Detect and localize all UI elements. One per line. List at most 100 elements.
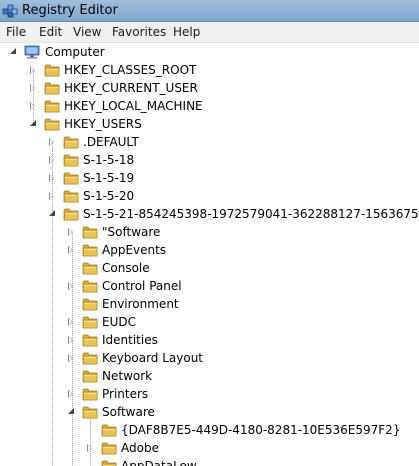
tree-node-user-key[interactable]: Environment (0, 295, 419, 313)
collapse-arrow-icon[interactable] (30, 120, 36, 126)
menu-file[interactable]: File (6, 25, 26, 39)
tree-node-label: S-1-5-20 (83, 189, 135, 203)
tree-node-label: S-1-5-18 (83, 153, 135, 167)
tree-node-label: Software (102, 405, 155, 419)
folder-icon (63, 170, 79, 186)
tree-node-hive[interactable]: HKEY_CURRENT_USER (0, 79, 419, 97)
folder-icon (63, 152, 79, 168)
expand-arrow-icon[interactable] (68, 318, 73, 326)
expand-arrow-icon[interactable] (68, 336, 73, 344)
tree-node-label: AppEvents (102, 243, 167, 257)
folder-icon (63, 188, 79, 204)
tree-node-software-key[interactable]: {DAF8B7E5-449D-4180-8281-10E536E597F2} (0, 421, 419, 439)
folder-icon (44, 62, 60, 78)
tree-node-user-key[interactable]: "Software (0, 223, 419, 241)
folder-icon (44, 98, 60, 114)
folder-icon (82, 332, 98, 348)
tree-node-user-key[interactable]: Software (0, 403, 419, 421)
tree-node-label: HKEY_CURRENT_USER (64, 81, 198, 95)
expand-arrow-icon[interactable] (49, 174, 54, 182)
tree-node-user-key[interactable]: Printers (0, 385, 419, 403)
tree-node-hive[interactable]: HKEY_LOCAL_MACHINE (0, 97, 419, 115)
tree-node-label: Adobe (121, 441, 159, 455)
tree-node-label: .DEFAULT (83, 135, 139, 149)
expand-arrow-icon[interactable] (49, 192, 54, 200)
menu-view[interactable]: View (73, 25, 101, 39)
tree-node-user-key[interactable]: Keyboard Layout (0, 349, 419, 367)
tree-node-user-key[interactable]: AppEvents (0, 241, 419, 259)
tree-node-user[interactable]: S-1-5-20 (0, 187, 419, 205)
folder-icon (44, 116, 60, 132)
expand-arrow-icon[interactable] (30, 84, 35, 92)
tree-node-label: S-1-5-19 (83, 171, 135, 185)
title-bar: Registry Editor (0, 0, 419, 22)
tree-node-label: Identities (102, 333, 158, 347)
tree-node-hive[interactable]: HKEY_CLASSES_ROOT (0, 61, 419, 79)
tree-node-user-key[interactable]: Network (0, 367, 419, 385)
expand-arrow-icon[interactable] (68, 228, 73, 236)
tree-node-label: {DAF8B7E5-449D-4180-8281-10E536E597F2} (121, 423, 401, 437)
folder-icon (82, 224, 98, 240)
expand-arrow-icon[interactable] (87, 444, 92, 452)
tree-node-user[interactable]: S-1-5-19 (0, 169, 419, 187)
expand-arrow-icon[interactable] (30, 66, 35, 74)
expand-arrow-icon[interactable] (68, 282, 73, 290)
menu-edit[interactable]: Edit (39, 25, 62, 39)
tree-node-label: AppDataLow (121, 459, 197, 466)
tree-node-label: S-1-5-21-854245398-1972579041-362288127-… (83, 207, 419, 221)
folder-icon (82, 350, 98, 366)
tree-node-label: Keyboard Layout (102, 351, 204, 365)
folder-icon (63, 206, 79, 222)
tree-node-label: Computer (45, 45, 105, 59)
tree-node-software-key[interactable]: AppDataLow (0, 457, 419, 466)
window-title: Registry Editor (22, 3, 118, 18)
tree-node-label: "Software (102, 225, 161, 239)
folder-icon (82, 278, 98, 294)
folder-icon (101, 458, 117, 466)
tree-node-user-key[interactable]: Control Panel (0, 277, 419, 295)
tree-node-label: HKEY_USERS (64, 117, 142, 131)
collapse-arrow-icon[interactable] (68, 408, 74, 414)
tree-node-user-key[interactable]: Identities (0, 331, 419, 349)
collapse-arrow-icon[interactable] (10, 48, 16, 54)
tree-node-label: HKEY_CLASSES_ROOT (64, 63, 197, 77)
folder-icon (82, 368, 98, 384)
folder-icon (82, 260, 98, 276)
tree-node-label: HKEY_LOCAL_MACHINE (64, 99, 203, 113)
menu-favorites[interactable]: Favorites (112, 25, 166, 39)
tree-node-user[interactable]: .DEFAULT (0, 133, 419, 151)
folder-icon (63, 134, 79, 150)
folder-icon (101, 440, 117, 456)
tree-node-label: Control Panel (102, 279, 182, 293)
expand-arrow-icon[interactable] (68, 390, 73, 398)
tree-node-label: Console (102, 261, 150, 275)
tree-node-user[interactable]: S-1-5-18 (0, 151, 419, 169)
tree-node-user[interactable]: S-1-5-21-854245398-1972579041-362288127-… (0, 205, 419, 223)
tree-node-computer[interactable]: Computer (0, 43, 419, 61)
registry-editor-icon (2, 4, 18, 18)
tree-node-user-key[interactable]: Console (0, 259, 419, 277)
expand-arrow-icon[interactable] (68, 246, 73, 254)
folder-icon (82, 386, 98, 402)
tree-node-label: Printers (102, 387, 149, 401)
expand-arrow-icon[interactable] (68, 354, 73, 362)
expand-arrow-icon[interactable] (49, 138, 54, 146)
folder-icon (101, 422, 117, 438)
folder-icon (82, 242, 98, 258)
folder-icon (82, 296, 98, 312)
tree-node-hive[interactable]: HKEY_USERS (0, 115, 419, 133)
folder-icon (82, 314, 98, 330)
menu-help[interactable]: Help (173, 25, 200, 39)
folder-icon (82, 404, 98, 420)
collapse-arrow-icon[interactable] (49, 210, 55, 216)
tree-node-label: EUDC (102, 315, 136, 329)
tree-node-label: Network (102, 369, 153, 383)
tree-node-user-key[interactable]: EUDC (0, 313, 419, 331)
computer-icon (24, 44, 40, 60)
expand-arrow-icon[interactable] (30, 102, 35, 110)
tree-node-label: Environment (102, 297, 179, 311)
expand-arrow-icon[interactable] (49, 156, 54, 164)
registry-tree[interactable]: Computer HKEY_CLASSES_ROOT HKEY_CURRENT_US… (0, 43, 419, 466)
folder-icon (44, 80, 60, 96)
tree-node-software-key[interactable]: Adobe (0, 439, 419, 457)
